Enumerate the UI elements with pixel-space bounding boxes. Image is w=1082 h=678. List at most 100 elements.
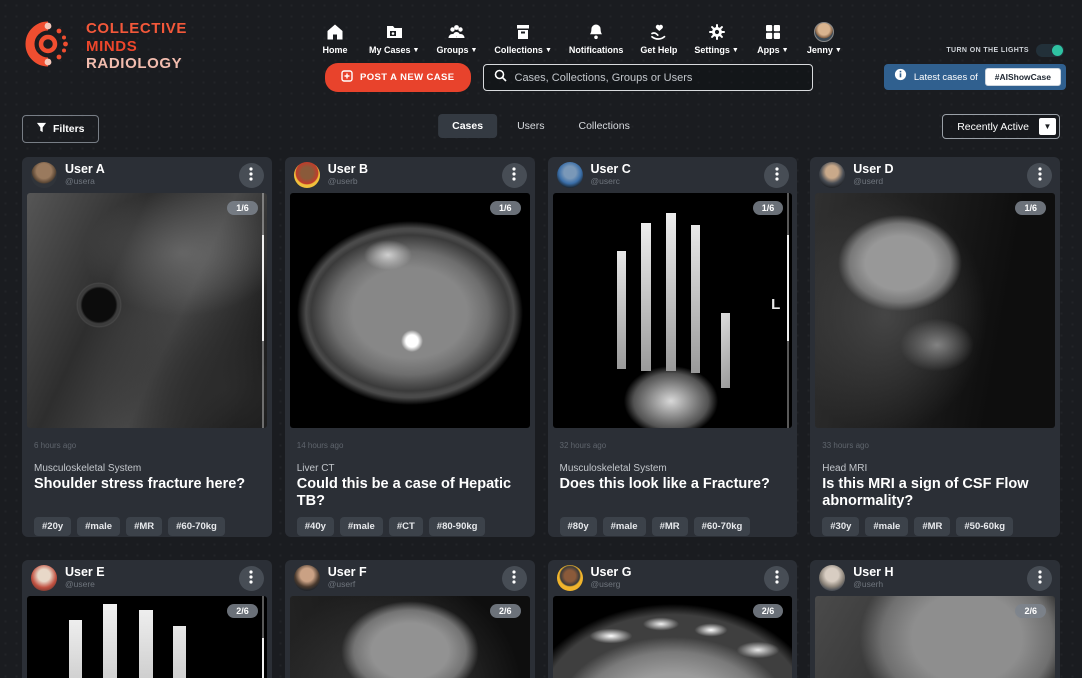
case-scan-image[interactable]: 2/6 bbox=[553, 596, 793, 678]
nav-item-notifications[interactable]: Notifications bbox=[569, 22, 624, 55]
card-menu-button[interactable] bbox=[502, 566, 527, 591]
tag-pill[interactable]: #male bbox=[865, 517, 908, 536]
case-card[interactable]: User D @userd 1/6 33 hours ago Head MRI … bbox=[810, 157, 1060, 537]
showcase-banner[interactable]: Latest cases of #AIShowCase bbox=[884, 64, 1066, 90]
tag-pill[interactable]: #30y bbox=[822, 517, 859, 536]
brand-logo[interactable]: COLLECTIVE MINDS RADIOLOGY bbox=[22, 18, 187, 75]
user-avatar[interactable] bbox=[31, 565, 57, 591]
tag-pill[interactable]: #50-60kg bbox=[956, 517, 1013, 536]
card-menu-button[interactable] bbox=[1027, 566, 1052, 591]
user-avatar[interactable] bbox=[819, 162, 845, 188]
brand-line-1: COLLECTIVE bbox=[86, 20, 187, 38]
user-name[interactable]: User A bbox=[65, 163, 231, 177]
image-scrollbar[interactable] bbox=[262, 596, 264, 678]
nav-item-get-help[interactable]: Get Help bbox=[640, 22, 677, 55]
card-menu-button[interactable] bbox=[239, 566, 264, 591]
card-menu-button[interactable] bbox=[764, 566, 789, 591]
filters-button[interactable]: Filters bbox=[22, 115, 99, 143]
tag-pill[interactable]: #60-70kg bbox=[168, 517, 225, 536]
tag-pill[interactable]: #80-90kg bbox=[429, 517, 486, 536]
theme-toggle-group: TURN ON THE LIGHTS bbox=[946, 44, 1064, 57]
user-avatar[interactable] bbox=[294, 162, 320, 188]
case-card[interactable]: User C @userc 1/6 L 32 hours ago Musculo… bbox=[548, 157, 798, 537]
case-card[interactable]: User B @userb 1/6 14 hours ago Liver CT … bbox=[285, 157, 535, 537]
post-timestamp: 6 hours ago bbox=[34, 441, 260, 450]
tag-pill[interactable]: #80y bbox=[560, 517, 597, 536]
tag-pill[interactable]: #male bbox=[603, 517, 646, 536]
post-new-case-button[interactable]: POST A NEW CASE bbox=[325, 63, 471, 92]
sort-dropdown[interactable]: Recently Active ▼ bbox=[942, 114, 1060, 139]
brand-logo-icon bbox=[22, 18, 74, 75]
nav-item-profile[interactable]: Jenny▼ bbox=[807, 22, 842, 55]
tab-users[interactable]: Users bbox=[503, 114, 558, 138]
tag-pill[interactable]: #60-70kg bbox=[694, 517, 751, 536]
case-scan-image[interactable]: 1/6 bbox=[27, 193, 267, 428]
nav-label-my-cases: My Cases bbox=[369, 45, 411, 55]
nav-item-settings[interactable]: Settings▼ bbox=[694, 22, 738, 55]
tab-cases[interactable]: Cases bbox=[438, 114, 497, 138]
user-avatar[interactable] bbox=[294, 565, 320, 591]
case-card[interactable]: User F @userf 2/6 bbox=[285, 560, 535, 678]
case-scan-image[interactable]: 2/6 bbox=[290, 596, 530, 678]
card-menu-button[interactable] bbox=[764, 163, 789, 188]
result-tabs: Cases Users Collections bbox=[438, 114, 644, 138]
image-scrollbar[interactable] bbox=[787, 193, 789, 428]
tag-pill[interactable]: #MR bbox=[126, 517, 162, 536]
case-card[interactable]: User G @userg 2/6 bbox=[548, 560, 798, 678]
user-avatar[interactable] bbox=[557, 565, 583, 591]
image-scrollbar[interactable] bbox=[262, 193, 264, 428]
user-name[interactable]: User D bbox=[853, 163, 1019, 177]
tag-list: #20y #male #MR #60-70kg bbox=[34, 517, 260, 536]
kebab-menu-icon bbox=[512, 167, 516, 184]
lights-toggle[interactable] bbox=[1036, 44, 1064, 57]
user-name[interactable]: User F bbox=[328, 566, 494, 580]
tag-pill[interactable]: #20y bbox=[34, 517, 71, 536]
user-name[interactable]: User H bbox=[853, 566, 1019, 580]
case-card[interactable]: User A @usera 1/6 6 hours ago Musculoske… bbox=[22, 157, 272, 537]
tag-pill[interactable]: #MR bbox=[652, 517, 688, 536]
case-scan-image[interactable]: 1/6 bbox=[290, 193, 530, 428]
user-name[interactable]: User G bbox=[591, 566, 757, 580]
user-avatar[interactable] bbox=[557, 162, 583, 188]
toggle-knob bbox=[1052, 45, 1063, 56]
image-counter-badge: 2/6 bbox=[753, 604, 784, 618]
apps-grid-icon bbox=[764, 22, 782, 42]
search-input[interactable] bbox=[515, 72, 802, 84]
tag-pill[interactable]: #male bbox=[77, 517, 120, 536]
tag-pill[interactable]: #40y bbox=[297, 517, 334, 536]
card-menu-button[interactable] bbox=[502, 163, 527, 188]
card-header: User C @userc bbox=[548, 157, 798, 193]
nav-item-apps[interactable]: Apps▼ bbox=[756, 22, 790, 55]
card-menu-button[interactable] bbox=[239, 163, 264, 188]
case-title[interactable]: Does this look like a Fracture? bbox=[560, 476, 786, 510]
user-avatar[interactable] bbox=[819, 565, 845, 591]
case-card[interactable]: User H @userh 2/6 bbox=[810, 560, 1060, 678]
case-title[interactable]: Shoulder stress fracture here? bbox=[34, 476, 260, 510]
card-menu-button[interactable] bbox=[1027, 163, 1052, 188]
user-handle: @userb bbox=[328, 177, 494, 186]
case-card[interactable]: User E @usere 2/6 L bbox=[22, 560, 272, 678]
case-scan-image[interactable]: 2/6 bbox=[815, 596, 1055, 678]
tab-collections[interactable]: Collections bbox=[565, 114, 644, 138]
image-counter-badge: 2/6 bbox=[227, 604, 258, 618]
case-title[interactable]: Could this be a case of Hepatic TB? bbox=[297, 476, 523, 510]
global-search[interactable] bbox=[483, 64, 813, 91]
case-scan-image[interactable]: 1/6 bbox=[815, 193, 1055, 428]
tag-pill[interactable]: #male bbox=[340, 517, 383, 536]
nav-item-my-cases[interactable]: My Cases▼ bbox=[369, 22, 419, 55]
cases-folder-icon bbox=[385, 22, 404, 42]
user-name[interactable]: User E bbox=[65, 566, 231, 580]
nav-item-home[interactable]: Home bbox=[318, 22, 352, 55]
user-name[interactable]: User B bbox=[328, 163, 494, 177]
tag-pill[interactable]: #MR bbox=[914, 517, 950, 536]
aishowcase-button[interactable]: #AIShowCase bbox=[985, 68, 1061, 86]
user-name[interactable]: User C bbox=[591, 163, 757, 177]
nav-item-groups[interactable]: Groups▼ bbox=[436, 22, 477, 55]
user-avatar[interactable] bbox=[31, 162, 57, 188]
nav-item-collections[interactable]: Collections▼ bbox=[494, 22, 551, 55]
case-title[interactable]: Is this MRI a sign of CSF Flow abnormali… bbox=[822, 476, 1048, 510]
plus-box-icon bbox=[341, 70, 353, 85]
case-scan-image[interactable]: 2/6 L bbox=[27, 596, 267, 678]
case-scan-image[interactable]: 1/6 L bbox=[553, 193, 793, 428]
tag-pill[interactable]: #CT bbox=[389, 517, 423, 536]
